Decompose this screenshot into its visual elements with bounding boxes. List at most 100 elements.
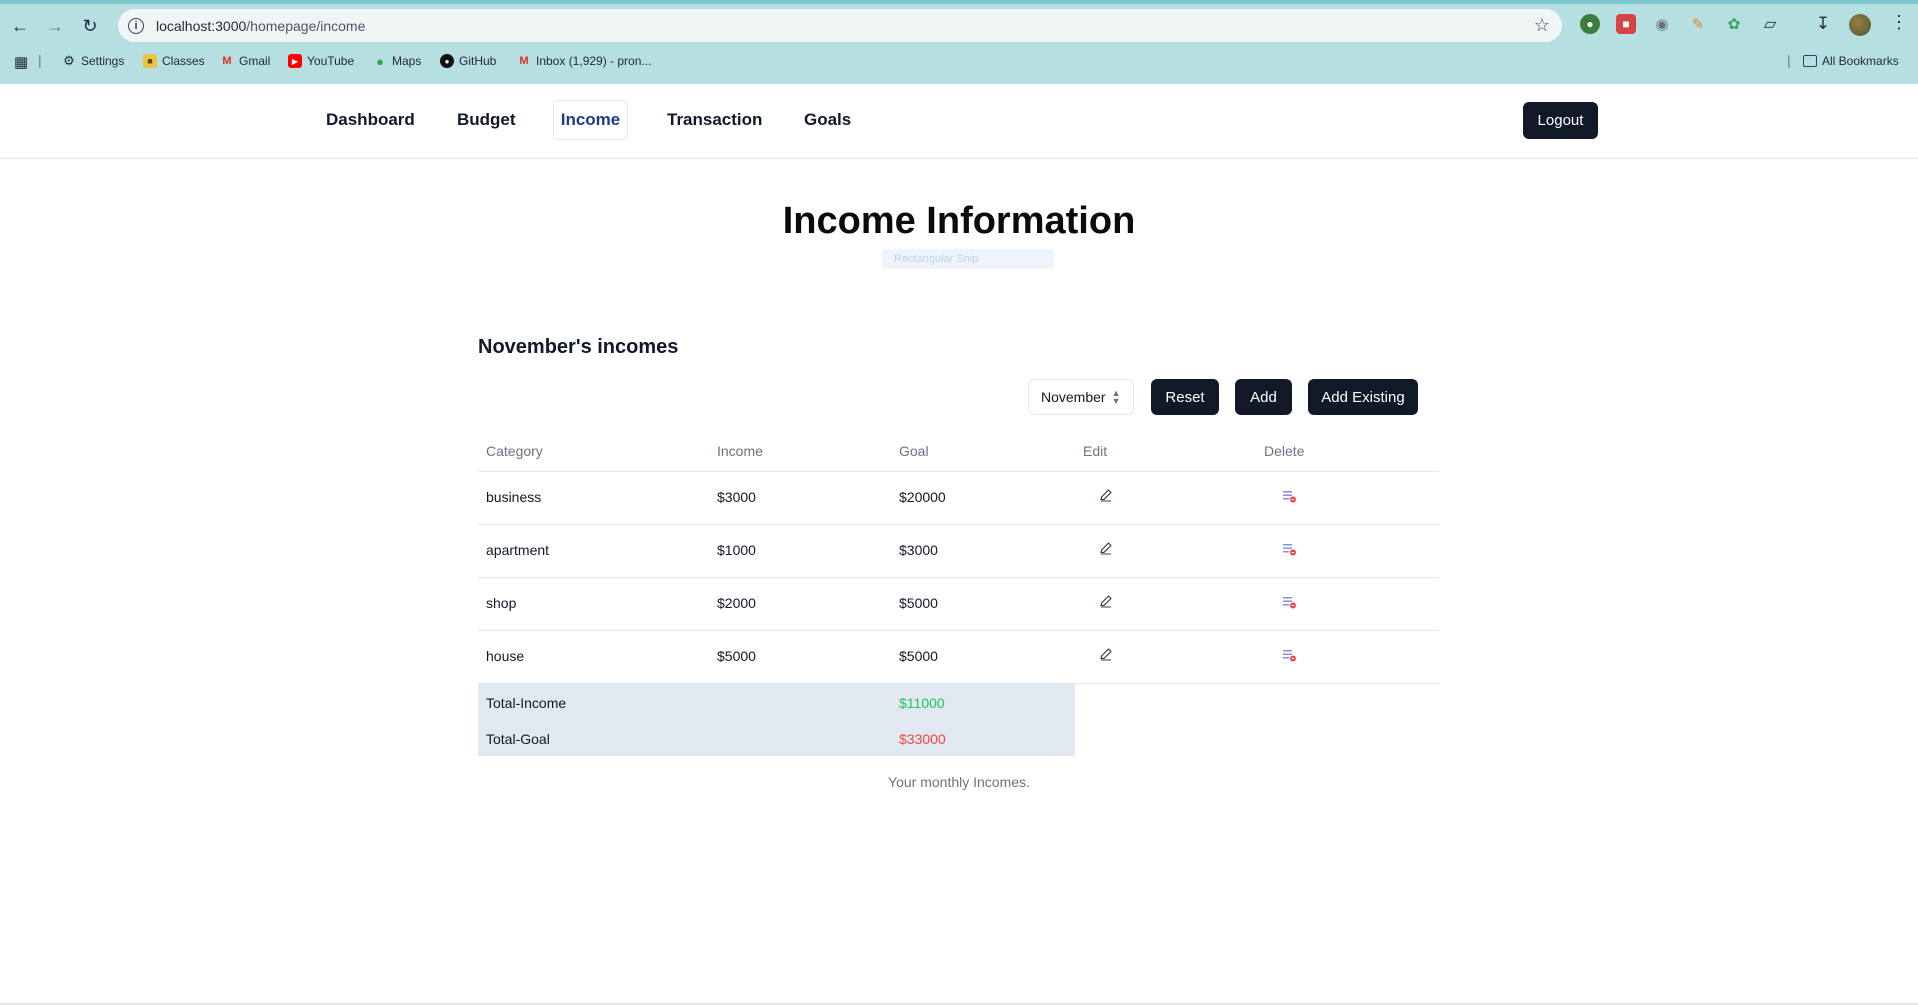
- table-caption: Your monthly Incomes.: [888, 774, 1030, 790]
- nav-goals[interactable]: Goals: [796, 100, 859, 140]
- bookmarks-bar: ▦ | ⚙ Settings ■ Classes M Gmail ▶ YouTu…: [0, 50, 1918, 76]
- cell-goal: $20000: [899, 489, 946, 505]
- extension-pen-icon[interactable]: ✎: [1688, 14, 1708, 34]
- cell-income: $3000: [717, 489, 756, 505]
- browser-chrome: ← → ↻ i localhost:3000/homepage/income ☆…: [0, 0, 1918, 84]
- edit-pencil-icon[interactable]: [1098, 540, 1114, 556]
- bookmark-classes[interactable]: ■ Classes: [143, 54, 205, 68]
- youtube-icon: ▶: [288, 54, 302, 68]
- all-bookmarks-label: All Bookmarks: [1822, 54, 1899, 68]
- edit-pencil-icon[interactable]: [1098, 646, 1114, 662]
- all-bookmarks[interactable]: All Bookmarks: [1803, 54, 1899, 68]
- browser-menu-icon[interactable]: ⋮: [1890, 12, 1908, 33]
- snip-tool-overlay: Rectangular Snip: [882, 249, 1054, 269]
- reload-icon[interactable]: ↻: [76, 12, 104, 40]
- bookmark-maps[interactable]: ● Maps: [373, 53, 422, 69]
- bookmark-label: Maps: [392, 54, 422, 68]
- table-row: house $5000 $5000: [478, 631, 1439, 684]
- bookmarks-divider: |: [1787, 52, 1791, 68]
- header-edit: Edit: [1083, 443, 1108, 459]
- total-income-label: Total-Income: [486, 695, 567, 711]
- tab-strip-edge: [0, 0, 1918, 4]
- nav-budget[interactable]: Budget: [449, 100, 524, 140]
- page-title: Income Information: [782, 200, 1136, 242]
- logout-button[interactable]: Logout: [1523, 102, 1598, 139]
- header-income: Income: [717, 443, 763, 459]
- bookmark-youtube[interactable]: ▶ YouTube: [288, 54, 354, 68]
- bookmark-label: YouTube: [307, 54, 355, 68]
- add-existing-button[interactable]: Add Existing: [1308, 379, 1418, 415]
- bookmark-label: Settings: [81, 54, 125, 68]
- extension-globe-icon[interactable]: ●: [1580, 14, 1600, 34]
- maps-icon: ●: [376, 53, 384, 69]
- total-goal-value: $33000: [899, 731, 946, 747]
- total-goal-label: Total-Goal: [486, 731, 550, 747]
- cell-income: $2000: [717, 595, 756, 611]
- add-button[interactable]: Add: [1235, 379, 1292, 415]
- cell-income: $1000: [717, 542, 756, 558]
- bookmark-label: GitHub: [459, 54, 497, 68]
- extension-red-icon[interactable]: ■: [1616, 14, 1636, 34]
- nav-dashboard[interactable]: Dashboard: [318, 100, 423, 140]
- header-category: Category: [486, 443, 543, 459]
- select-chevron-icon: ▲ ▼: [1111, 388, 1121, 406]
- app-navbar: Dashboard Budget Income Transaction Goal…: [0, 84, 1918, 159]
- nav-income[interactable]: Income: [553, 100, 628, 140]
- reset-button[interactable]: Reset: [1151, 379, 1219, 415]
- cell-income: $5000: [717, 648, 756, 664]
- cell-goal: $5000: [899, 648, 938, 664]
- cell-category: business: [486, 489, 542, 505]
- site-info-icon[interactable]: i: [128, 17, 144, 34]
- url-path: /homepage/income: [246, 17, 366, 34]
- bookmark-label: Classes: [162, 54, 205, 68]
- table-row: shop $2000 $5000: [478, 578, 1439, 631]
- apps-grid-icon[interactable]: ▦: [14, 53, 28, 71]
- bookmark-inbox[interactable]: M Inbox (1,929) - pron...: [517, 54, 651, 68]
- snip-ghost-label: Rectangular Snip: [894, 253, 979, 265]
- folder-outline-icon: [1803, 55, 1817, 67]
- folder-icon: ■: [143, 54, 157, 68]
- cell-goal: $3000: [899, 542, 938, 558]
- bookmark-label: Gmail: [239, 54, 271, 68]
- delete-list-icon[interactable]: [1281, 488, 1297, 504]
- delete-list-icon[interactable]: [1281, 594, 1297, 610]
- cell-category: shop: [486, 595, 517, 611]
- extensions-puzzle-icon[interactable]: ▱: [1760, 14, 1780, 34]
- total-income-value: $11000: [899, 695, 945, 711]
- nav-transaction[interactable]: Transaction: [659, 100, 770, 140]
- table-row: business $3000 $20000: [478, 472, 1439, 525]
- totals-footer: Total-Income $11000 Total-Goal $33000: [478, 684, 1075, 756]
- bookmark-label: Inbox (1,929) - pron...: [536, 54, 652, 68]
- bookmark-settings[interactable]: ⚙ Settings: [62, 53, 125, 68]
- month-select[interactable]: November ▲ ▼: [1028, 379, 1134, 415]
- bookmark-star-icon[interactable]: ☆: [1534, 15, 1550, 36]
- gmail-icon: M: [222, 55, 232, 67]
- cell-category: house: [486, 648, 525, 664]
- table-row: apartment $1000 $3000: [478, 525, 1439, 578]
- section-heading: November's incomes: [478, 336, 679, 358]
- profile-avatar[interactable]: [1849, 14, 1871, 36]
- header-goal: Goal: [899, 443, 929, 459]
- edit-pencil-icon[interactable]: [1098, 487, 1114, 503]
- bookmarks-divider: |: [38, 52, 42, 68]
- bookmark-gmail[interactable]: M Gmail: [220, 54, 270, 68]
- cell-goal: $5000: [899, 595, 938, 611]
- cell-category: apartment: [486, 542, 550, 558]
- table-header: Category Income Goal Edit Delete: [478, 431, 1439, 472]
- url-host: localhost:3000: [156, 17, 247, 34]
- forward-icon[interactable]: →: [41, 12, 69, 40]
- back-icon[interactable]: ←: [6, 12, 34, 40]
- download-icon[interactable]: ↧: [1813, 14, 1833, 34]
- url-text[interactable]: localhost:3000/homepage/income: [156, 18, 365, 34]
- extension-camera-icon[interactable]: ◉: [1652, 14, 1672, 34]
- delete-list-icon[interactable]: [1281, 647, 1297, 663]
- gmail-icon: M: [519, 55, 529, 67]
- bookmark-github[interactable]: ● GitHub: [440, 54, 496, 68]
- delete-list-icon[interactable]: [1281, 541, 1297, 557]
- header-delete: Delete: [1264, 443, 1305, 459]
- address-bar[interactable]: i localhost:3000/homepage/income ☆: [118, 9, 1562, 42]
- month-select-value: November: [1041, 389, 1106, 405]
- gear-icon: ⚙: [63, 53, 75, 68]
- extension-leaf-icon[interactable]: ✿: [1724, 14, 1744, 34]
- edit-pencil-icon[interactable]: [1098, 593, 1114, 609]
